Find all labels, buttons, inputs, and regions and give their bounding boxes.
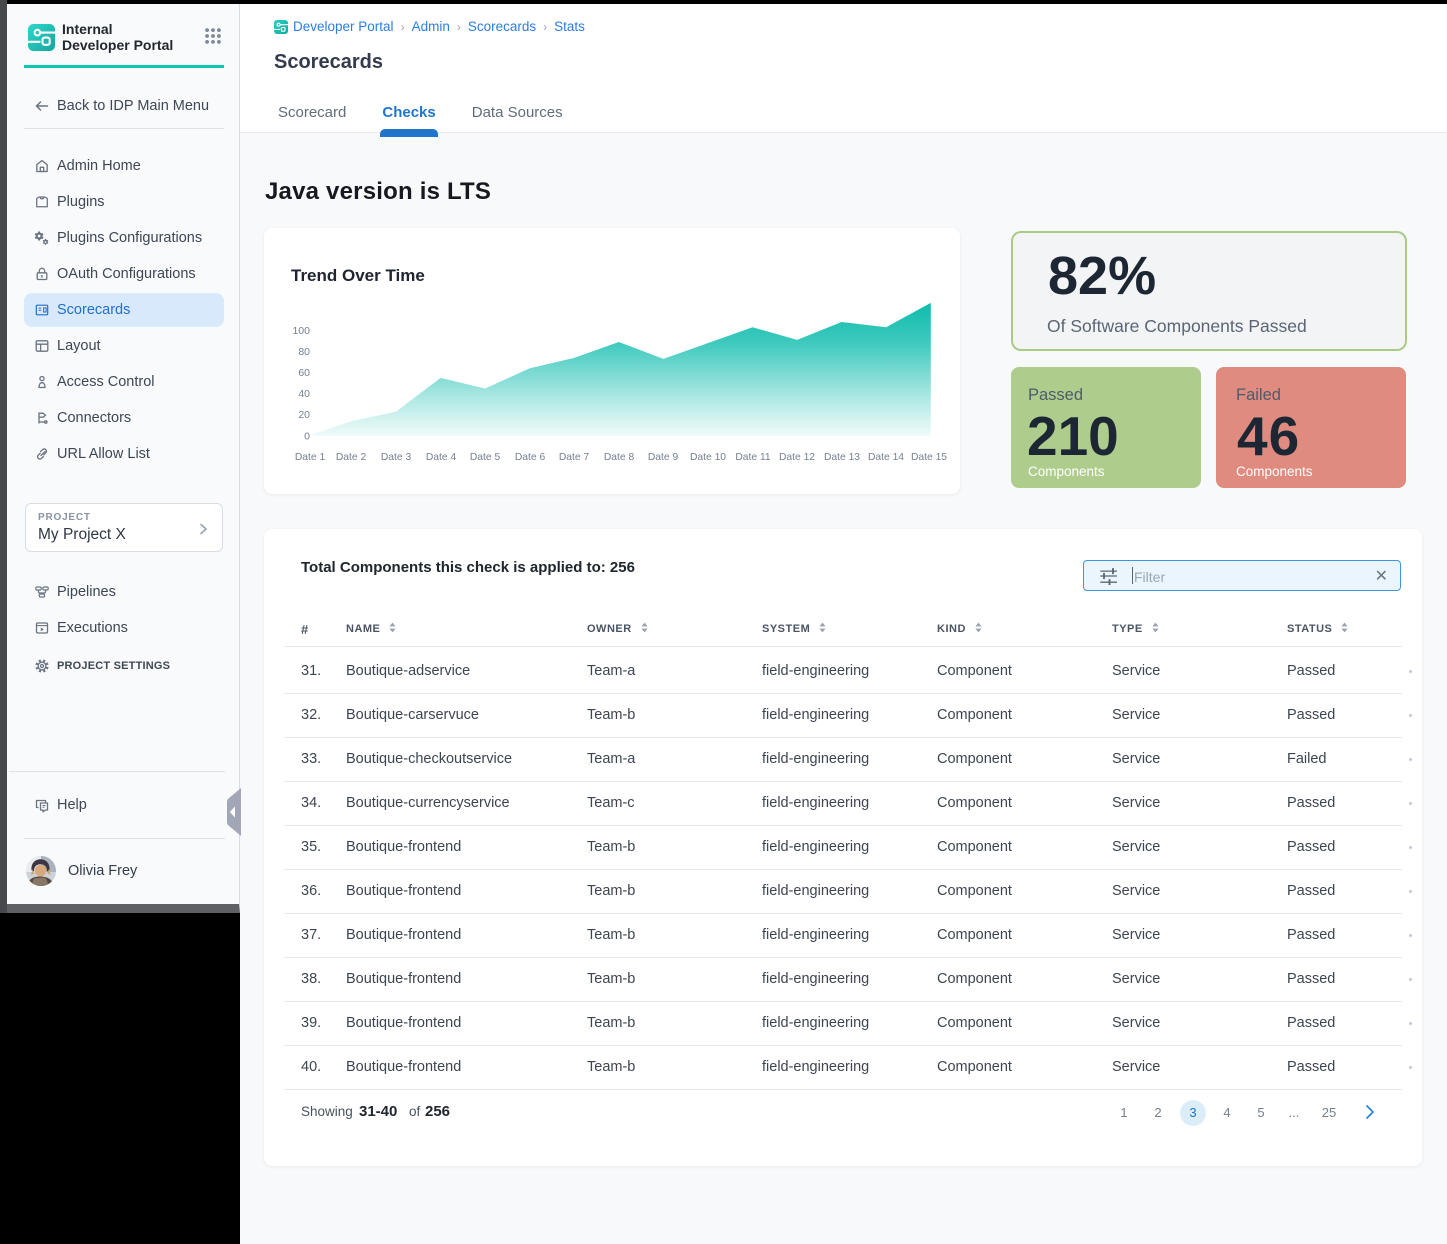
svg-text:Date 6: Date 6 xyxy=(515,452,546,463)
svg-text:80: 80 xyxy=(298,346,310,358)
svg-text:Date 1: Date 1 xyxy=(295,452,326,463)
svg-text:Date 13: Date 13 xyxy=(824,452,860,463)
svg-text:Date 11: Date 11 xyxy=(735,452,771,463)
svg-text:Date 8: Date 8 xyxy=(604,452,635,463)
svg-text:100: 100 xyxy=(292,325,310,337)
svg-text:0: 0 xyxy=(304,431,310,443)
svg-text:Date 9: Date 9 xyxy=(648,452,679,463)
svg-text:Date 10: Date 10 xyxy=(690,452,726,463)
svg-text:Date 2: Date 2 xyxy=(336,452,367,463)
svg-text:Date 4: Date 4 xyxy=(426,452,457,463)
svg-text:Date 12: Date 12 xyxy=(779,452,815,463)
svg-text:20: 20 xyxy=(298,409,310,421)
svg-text:Date 14: Date 14 xyxy=(868,452,904,463)
svg-text:Date 3: Date 3 xyxy=(381,452,412,463)
svg-text:40: 40 xyxy=(298,388,310,400)
svg-text:Date 5: Date 5 xyxy=(470,452,501,463)
svg-text:60: 60 xyxy=(298,367,310,379)
svg-text:Date 15: Date 15 xyxy=(911,452,947,463)
svg-text:Date 7: Date 7 xyxy=(559,452,590,463)
